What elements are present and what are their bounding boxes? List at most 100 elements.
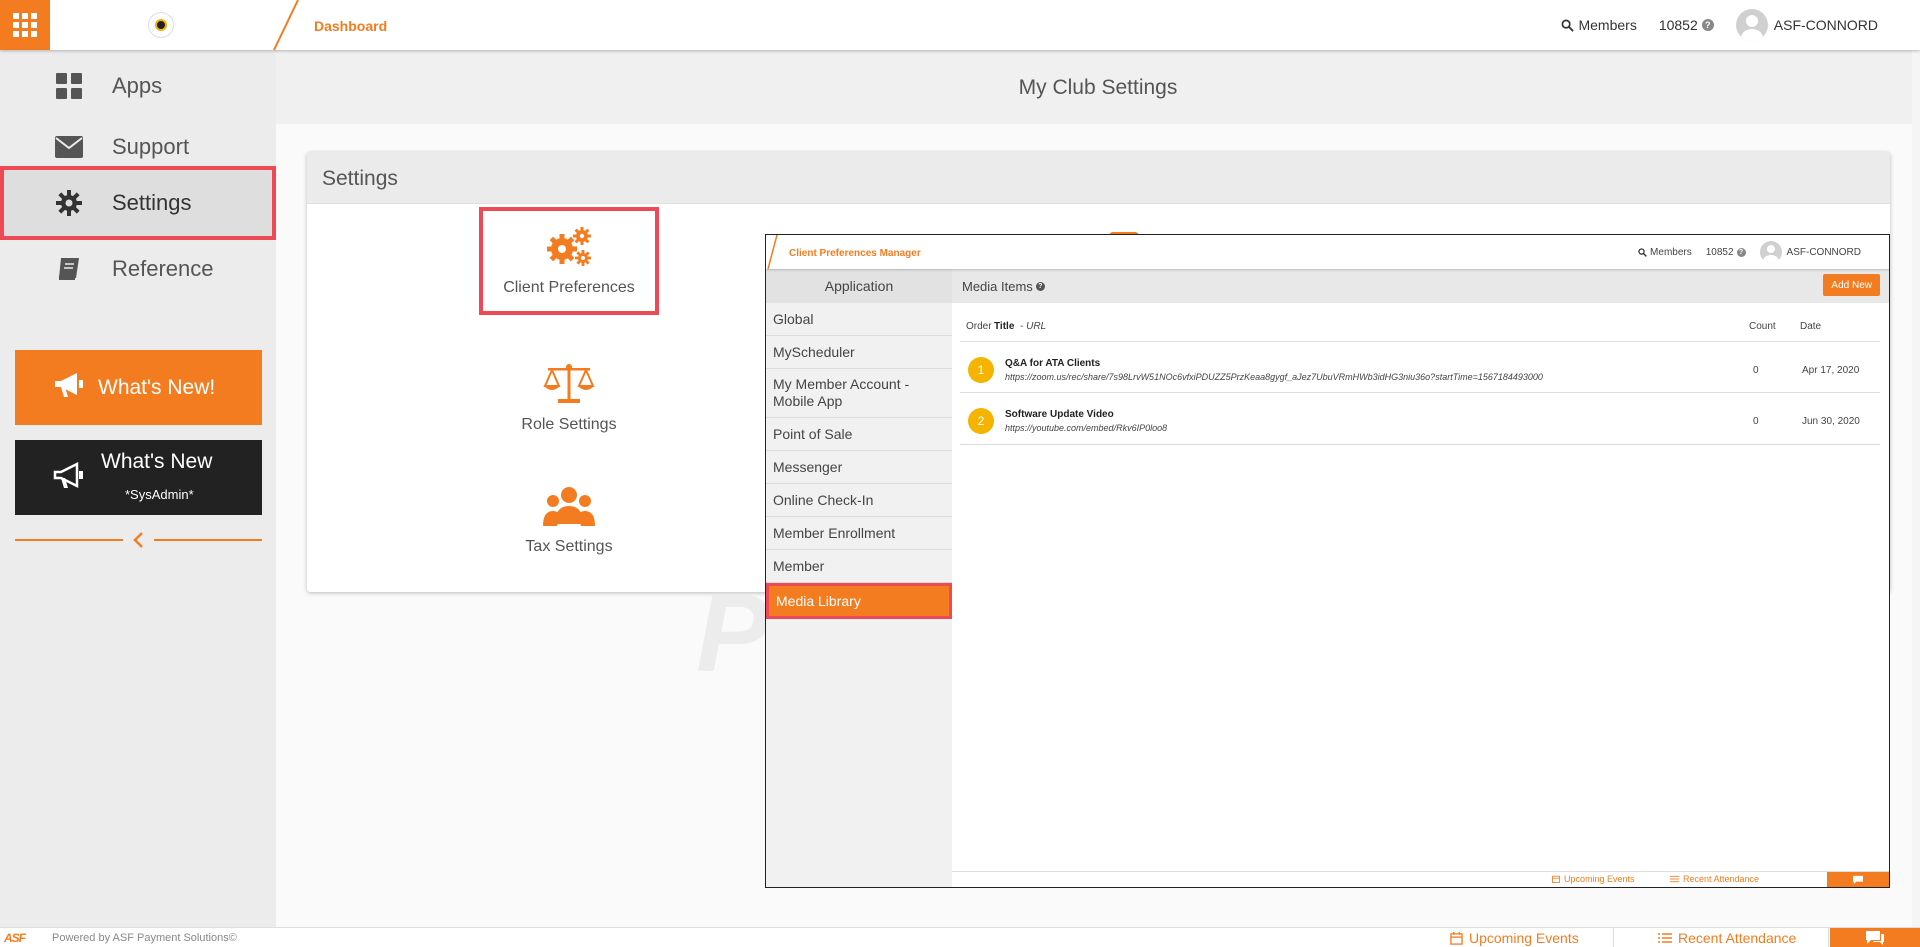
app-item-my-member-account[interactable]: My Member Account - Mobile App [766,369,952,418]
app-item-global[interactable]: Global [766,303,952,336]
book-icon [54,254,84,284]
avatar [1759,241,1782,263]
help-icon[interactable]: ? [1035,282,1045,291]
whats-new-admin-sub: *SysAdmin* [125,487,194,502]
app-item-member-enrollment[interactable]: Member Enrollment [766,517,952,550]
search-icon [1562,19,1575,32]
upcoming-events-label: Upcoming Events [1469,930,1579,946]
divider [154,539,262,541]
user-name: ASF-CONNORD [1773,17,1878,33]
app-item-member[interactable]: Member [766,550,952,583]
inset-breadcrumb[interactable]: Client Preferences Manager [789,248,921,259]
search-icon [1638,247,1647,257]
column-title[interactable]: Title [994,321,1014,332]
member-count[interactable]: 10852 ? [1659,17,1714,33]
page-title: My Club Settings [1018,76,1178,99]
app-item-myscheduler[interactable]: MyScheduler [766,336,952,369]
recent-attendance-link[interactable]: Recent Attendance [1658,930,1796,946]
media-url[interactable]: https://youtube.com/embed/Rkv6IP0loo8 [1005,423,1167,433]
table-row[interactable]: 2 Software Update Video https://youtube.… [960,393,1880,445]
inset-chat-button[interactable] [1827,872,1889,887]
whats-new-button[interactable]: What's New! [15,350,262,425]
user-menu[interactable]: ASF-CONNORD [1735,9,1878,41]
member-count-value: 10852 [1658,17,1698,33]
app-item-online-check-in[interactable]: Online Check-In [766,484,952,517]
app-item-media-library[interactable]: Media Library [766,583,952,619]
sidebar: Apps Support Settings Reference What's N… [0,50,276,927]
tile-label: Client Preferences [503,279,635,296]
megaphone-icon [53,461,85,495]
inset-members-link[interactable]: Members [1638,247,1692,258]
megaphone-icon [53,371,85,404]
sidebar-item-label: Support [112,134,190,159]
members-label: Members [1578,17,1637,33]
top-bar: Dashboard Members 10852 ? ASF-CONNORD [0,0,1920,50]
inset-user-menu[interactable]: ASF-CONNORD [1759,241,1861,263]
inset-upcoming-events-link[interactable]: Upcoming Events [1552,874,1635,884]
divider [15,539,123,541]
media-items-title: Media Items ? [962,279,1045,294]
sidebar-item-label: Apps [112,73,163,98]
tile-role-settings[interactable]: Role Settings [479,350,659,434]
upcoming-events-link[interactable]: Upcoming Events [1450,930,1579,946]
column-url: - URL [1020,321,1047,332]
inset-member-count[interactable]: 10852 ? [1706,247,1746,258]
application-list: Application Global MyScheduler My Member… [766,269,952,887]
calendar-icon [1450,931,1463,945]
list-icon [1658,933,1672,943]
media-table-header: Order Title - URL Count Date [952,321,1889,335]
media-count: 0 [1753,365,1759,376]
app-item-messenger[interactable]: Messenger [766,451,952,484]
app-grid-button[interactable] [0,0,50,50]
sidebar-item-reference[interactable]: Reference [0,233,276,305]
tile-client-preferences[interactable]: Client Preferences [479,207,659,315]
tile-label: Role Settings [521,416,617,433]
breadcrumb-dashboard[interactable]: Dashboard [314,18,387,34]
order-badge: 2 [968,408,994,434]
inset-top-bar: Client Preferences Manager Members 10852… [766,235,1889,269]
users-icon [479,472,659,528]
column-date[interactable]: Date [1800,321,1821,332]
sidebar-item-settings[interactable]: Settings [0,166,276,240]
client-preferences-screenshot: Client Preferences Manager Members 10852… [765,234,1890,888]
column-order[interactable]: Order [966,321,992,332]
whats-new-label: What's New! [98,375,216,399]
order-badge: 1 [968,357,994,383]
media-date: Jun 30, 2020 [1802,416,1860,427]
calendar-icon [1552,875,1560,883]
members-label: Members [1650,246,1692,258]
recent-attendance-label: Recent Attendance [1678,930,1797,946]
help-icon[interactable]: ? [1736,247,1746,257]
table-row[interactable]: 1 Q&A for ATA Clients https://zoom.us/re… [960,341,1880,393]
collapse-sidebar-toggle[interactable] [15,530,262,550]
chat-icon [1853,875,1863,885]
gears-icon [483,211,655,269]
inset-recent-attendance-link[interactable]: Recent Attendance [1670,874,1759,884]
inset-footer: Upcoming Events Recent Attendance [952,871,1889,887]
column-count[interactable]: Count [1749,321,1776,332]
media-url[interactable]: https://zoom.us/rec/share/7s98LrvW51NOc6… [1005,372,1543,382]
club-logo[interactable] [148,12,174,38]
powered-by-text: Powered by ASF Payment Solutions© [52,932,237,944]
app-item-point-of-sale[interactable]: Point of Sale [766,418,952,451]
page-header: My Club Settings [276,50,1920,124]
media-items-header: Media Items ? Add New [952,269,1889,303]
add-new-button[interactable]: Add New [1823,274,1880,296]
breadcrumb-divider [767,235,778,269]
whats-new-admin-button[interactable]: What's New *SysAdmin* [15,440,262,515]
breadcrumb-divider [273,0,299,50]
member-count-value: 10852 [1705,246,1734,258]
divider [1613,928,1614,947]
gear-icon [54,188,84,218]
scrollbar-track[interactable] [1912,50,1920,927]
media-count: 0 [1753,416,1759,427]
media-title[interactable]: Q&A for ATA Clients [1005,358,1100,369]
tile-label: Tax Settings [525,538,613,555]
members-search-link[interactable]: Members [1561,17,1637,33]
media-title[interactable]: Software Update Video [1005,409,1114,420]
help-icon[interactable]: ? [1701,19,1714,31]
divider [1828,928,1829,947]
tile-tax-settings[interactable]: Tax Settings [479,472,659,556]
apps-icon [54,71,84,101]
chat-button[interactable] [1830,928,1920,947]
